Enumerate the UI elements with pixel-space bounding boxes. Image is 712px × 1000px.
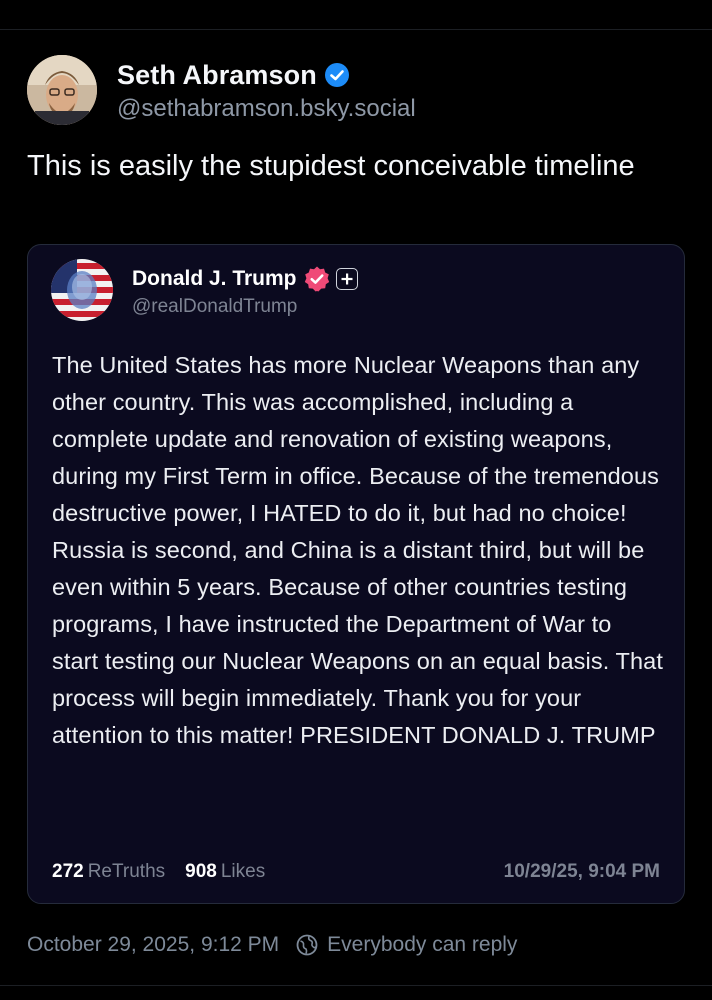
quote-stats-bar: 272 ReTruths 908 Likes 10/29/25, 9:04 PM	[52, 861, 660, 883]
retruths-stat[interactable]: 272 ReTruths	[52, 861, 165, 883]
quote-name-row: Donald J. Trump	[132, 263, 358, 295]
quote-timestamp: 10/29/25, 9:04 PM	[503, 861, 660, 882]
likes-stat[interactable]: 908 Likes	[185, 861, 265, 883]
quote-author-name[interactable]: Donald J. Trump	[132, 267, 297, 291]
quoted-post-card[interactable]: Donald J. Trump @realDonaldTrump The Uni…	[27, 244, 685, 904]
verified-check-icon	[324, 63, 349, 87]
retruths-count: 272	[52, 861, 84, 882]
quote-text: The United States has more Nuclear Weapo…	[52, 352, 663, 748]
likes-count: 908	[185, 861, 217, 882]
top-divider	[0, 29, 712, 30]
retruths-label: ReTruths	[87, 861, 166, 882]
author-name[interactable]: Seth Abramson	[117, 60, 317, 91]
author-info: Seth Abramson @sethabramson.bsky.social	[117, 57, 416, 123]
post-date: October 29, 2025, 9:12 PM	[27, 933, 280, 956]
quote-author-avatar[interactable]	[51, 259, 113, 321]
author-avatar[interactable]	[27, 55, 97, 125]
post-header: Seth Abramson @sethabramson.bsky.social	[27, 55, 416, 125]
globe-icon	[296, 934, 318, 956]
quote-author-handle[interactable]: @realDonaldTrump	[132, 296, 358, 318]
bottom-divider	[0, 985, 712, 986]
author-handle[interactable]: @sethabramson.bsky.social	[117, 95, 416, 123]
quote-header: Donald J. Trump @realDonaldTrump	[51, 259, 358, 321]
reply-setting[interactable]: Everybody can reply	[327, 933, 517, 957]
likes-label: Likes	[220, 861, 266, 882]
post-meta: October 29, 2025, 9:12 PM Everybody can …	[27, 933, 517, 957]
plus-icon	[335, 267, 358, 290]
author-name-row: Seth Abramson	[117, 57, 416, 93]
quote-author-info: Donald J. Trump @realDonaldTrump	[132, 263, 358, 318]
verified-rosette-icon	[304, 266, 329, 291]
post-text: This is easily the stupidest conceivable…	[27, 150, 635, 182]
